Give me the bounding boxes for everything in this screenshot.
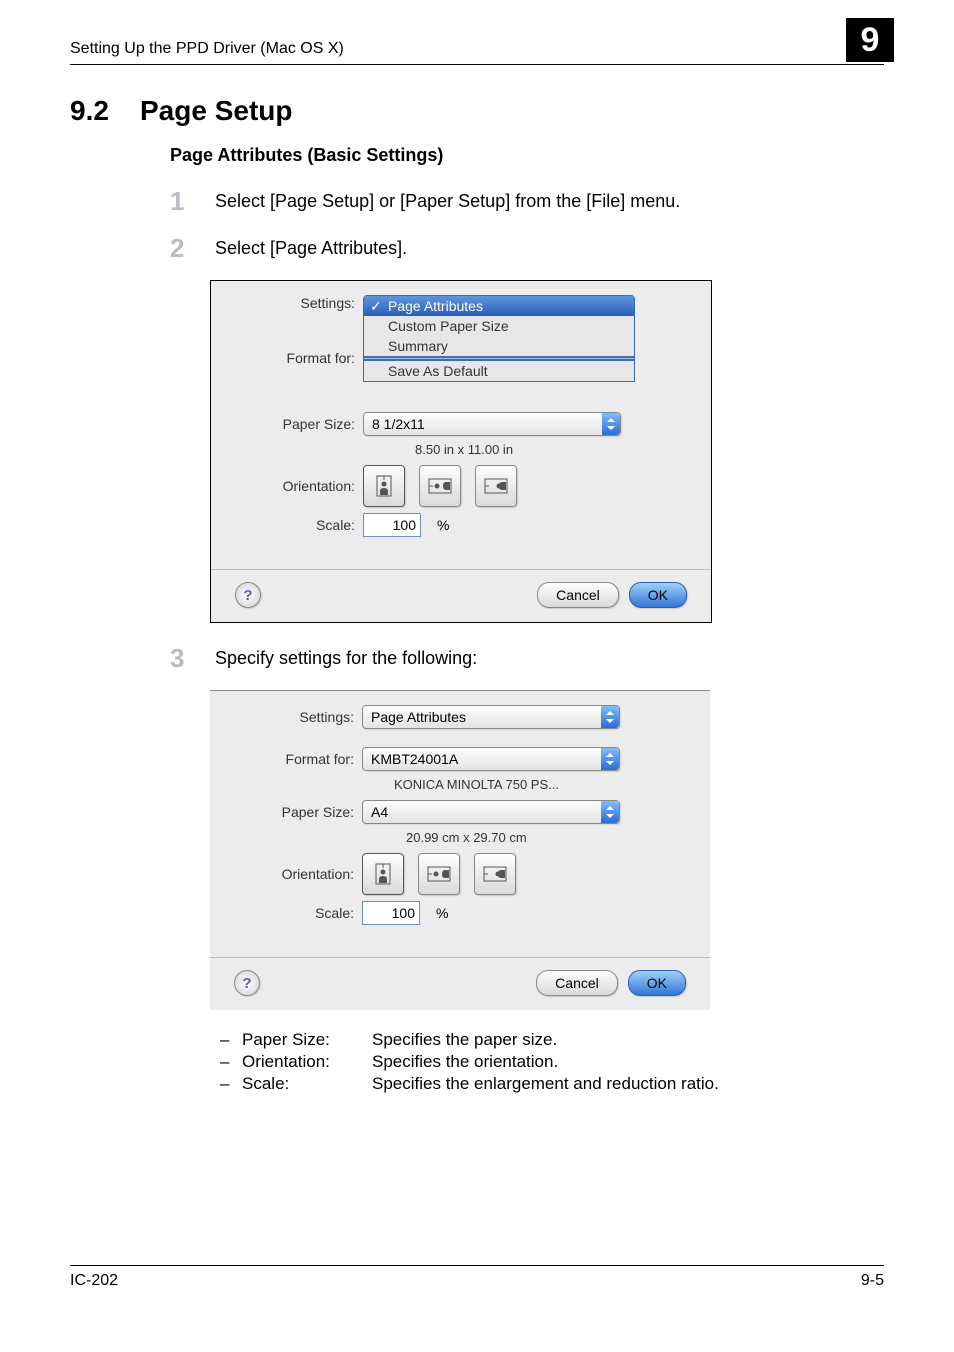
footer-right: 9-5 bbox=[861, 1272, 884, 1290]
portrait-person-icon bbox=[373, 863, 393, 885]
paper-size-value: A4 bbox=[371, 804, 388, 820]
paper-size-label: Paper Size: bbox=[234, 804, 362, 820]
format-for-value: KMBT24001A bbox=[371, 751, 458, 767]
footer-left: IC-202 bbox=[70, 1272, 118, 1290]
list-item: – Scale: Specifies the enlargement and r… bbox=[220, 1074, 884, 1094]
cancel-button[interactable]: Cancel bbox=[537, 582, 619, 608]
popup-arrow-icon bbox=[601, 748, 619, 770]
page-setup-dialog-open-menu: Settings: Page Attributes Custom Paper S… bbox=[210, 280, 712, 623]
bullet-key: Scale: bbox=[242, 1074, 372, 1094]
ok-button[interactable]: OK bbox=[629, 582, 687, 608]
portrait-person-icon bbox=[374, 475, 394, 497]
bullet-desc: Specifies the paper size. bbox=[372, 1030, 557, 1050]
settings-popup-open[interactable]: Page Attributes Custom Paper Size Summar… bbox=[363, 295, 635, 382]
landscape-person-icon bbox=[483, 865, 507, 883]
section-title-text: Page Setup bbox=[140, 95, 292, 126]
paper-size-value: 8 1/2x11 bbox=[372, 416, 425, 432]
scale-input[interactable] bbox=[363, 513, 421, 537]
step-text: Specify settings for the following: bbox=[215, 648, 477, 668]
bullet-desc: Specifies the orientation. bbox=[372, 1052, 558, 1072]
step-1: 1 Select [Page Setup] or [Paper Setup] f… bbox=[170, 186, 884, 217]
paper-dimensions: 20.99 cm x 29.70 cm bbox=[406, 830, 686, 845]
popup-arrow-icon bbox=[602, 413, 620, 435]
step-3: 3 Specify settings for the following: bbox=[170, 643, 884, 674]
orientation-landscape-left-button[interactable] bbox=[418, 853, 460, 895]
help-button[interactable]: ? bbox=[235, 582, 261, 608]
settings-label: Settings: bbox=[235, 295, 363, 311]
percent-label: % bbox=[436, 905, 448, 921]
percent-label: % bbox=[437, 517, 449, 533]
paper-size-label: Paper Size: bbox=[235, 416, 363, 432]
list-item: – Paper Size: Specifies the paper size. bbox=[220, 1030, 884, 1050]
step-2: 2 Select [Page Attributes]. bbox=[170, 233, 884, 264]
step-number: 3 bbox=[170, 643, 210, 674]
chapter-number-box: 9 bbox=[846, 18, 894, 62]
paper-dimensions: 8.50 in x 11.00 in bbox=[415, 442, 687, 457]
format-for-label: Format for: bbox=[234, 751, 362, 767]
orientation-portrait-button[interactable] bbox=[363, 465, 405, 507]
landscape-person-icon bbox=[427, 865, 451, 883]
cancel-button[interactable]: Cancel bbox=[536, 970, 618, 996]
page-setup-dialog: Settings: Page Attributes Format for: KM… bbox=[210, 690, 710, 1010]
dialog-separator bbox=[210, 957, 710, 958]
orientation-landscape-right-button[interactable] bbox=[475, 465, 517, 507]
orientation-portrait-button[interactable] bbox=[362, 853, 404, 895]
orientation-landscape-right-button[interactable] bbox=[474, 853, 516, 895]
format-for-label: Format for: bbox=[235, 350, 363, 366]
landscape-person-icon bbox=[428, 477, 452, 495]
paper-size-popup[interactable]: 8 1/2x11 bbox=[363, 412, 621, 436]
step-number: 1 bbox=[170, 186, 210, 217]
step-number: 2 bbox=[170, 233, 210, 264]
bullet-desc: Specifies the enlargement and reduction … bbox=[372, 1074, 719, 1094]
settings-popup[interactable]: Page Attributes bbox=[362, 705, 620, 729]
menu-item-summary[interactable]: Summary bbox=[364, 336, 634, 356]
landscape-person-icon bbox=[484, 477, 508, 495]
subsection-heading: Page Attributes (Basic Settings) bbox=[170, 145, 884, 166]
section-heading: 9.2Page Setup bbox=[70, 95, 884, 127]
menu-item-page-attributes[interactable]: Page Attributes bbox=[364, 296, 634, 316]
section-number: 9.2 bbox=[70, 95, 140, 127]
scale-label: Scale: bbox=[234, 905, 362, 921]
orientation-landscape-left-button[interactable] bbox=[419, 465, 461, 507]
orientation-label: Orientation: bbox=[235, 478, 363, 494]
bullet-key: Orientation: bbox=[242, 1052, 372, 1072]
help-button[interactable]: ? bbox=[234, 970, 260, 996]
paper-size-popup[interactable]: A4 bbox=[362, 800, 620, 824]
format-for-popup[interactable]: KMBT24001A bbox=[362, 747, 620, 771]
step-text: Select [Page Attributes]. bbox=[215, 238, 407, 258]
scale-label: Scale: bbox=[235, 517, 363, 533]
format-for-description: KONICA MINOLTA 750 PS... bbox=[394, 777, 686, 792]
step-text: Select [Page Setup] or [Paper Setup] fro… bbox=[215, 191, 680, 211]
popup-arrow-icon bbox=[601, 706, 619, 728]
popup-arrow-icon bbox=[601, 801, 619, 823]
running-head: Setting Up the PPD Driver (Mac OS X) bbox=[70, 40, 884, 65]
menu-item-save-as-default[interactable]: Save As Default bbox=[364, 361, 634, 381]
definition-list: – Paper Size: Specifies the paper size. … bbox=[220, 1030, 884, 1094]
page-footer: IC-202 9-5 bbox=[70, 1265, 884, 1290]
settings-label: Settings: bbox=[234, 709, 362, 725]
bullet-key: Paper Size: bbox=[242, 1030, 372, 1050]
menu-separator bbox=[364, 358, 634, 359]
orientation-label: Orientation: bbox=[234, 866, 362, 882]
list-item: – Orientation: Specifies the orientation… bbox=[220, 1052, 884, 1072]
scale-input[interactable] bbox=[362, 901, 420, 925]
ok-button[interactable]: OK bbox=[628, 970, 686, 996]
dialog-separator bbox=[211, 569, 711, 570]
settings-value: Page Attributes bbox=[371, 709, 466, 725]
